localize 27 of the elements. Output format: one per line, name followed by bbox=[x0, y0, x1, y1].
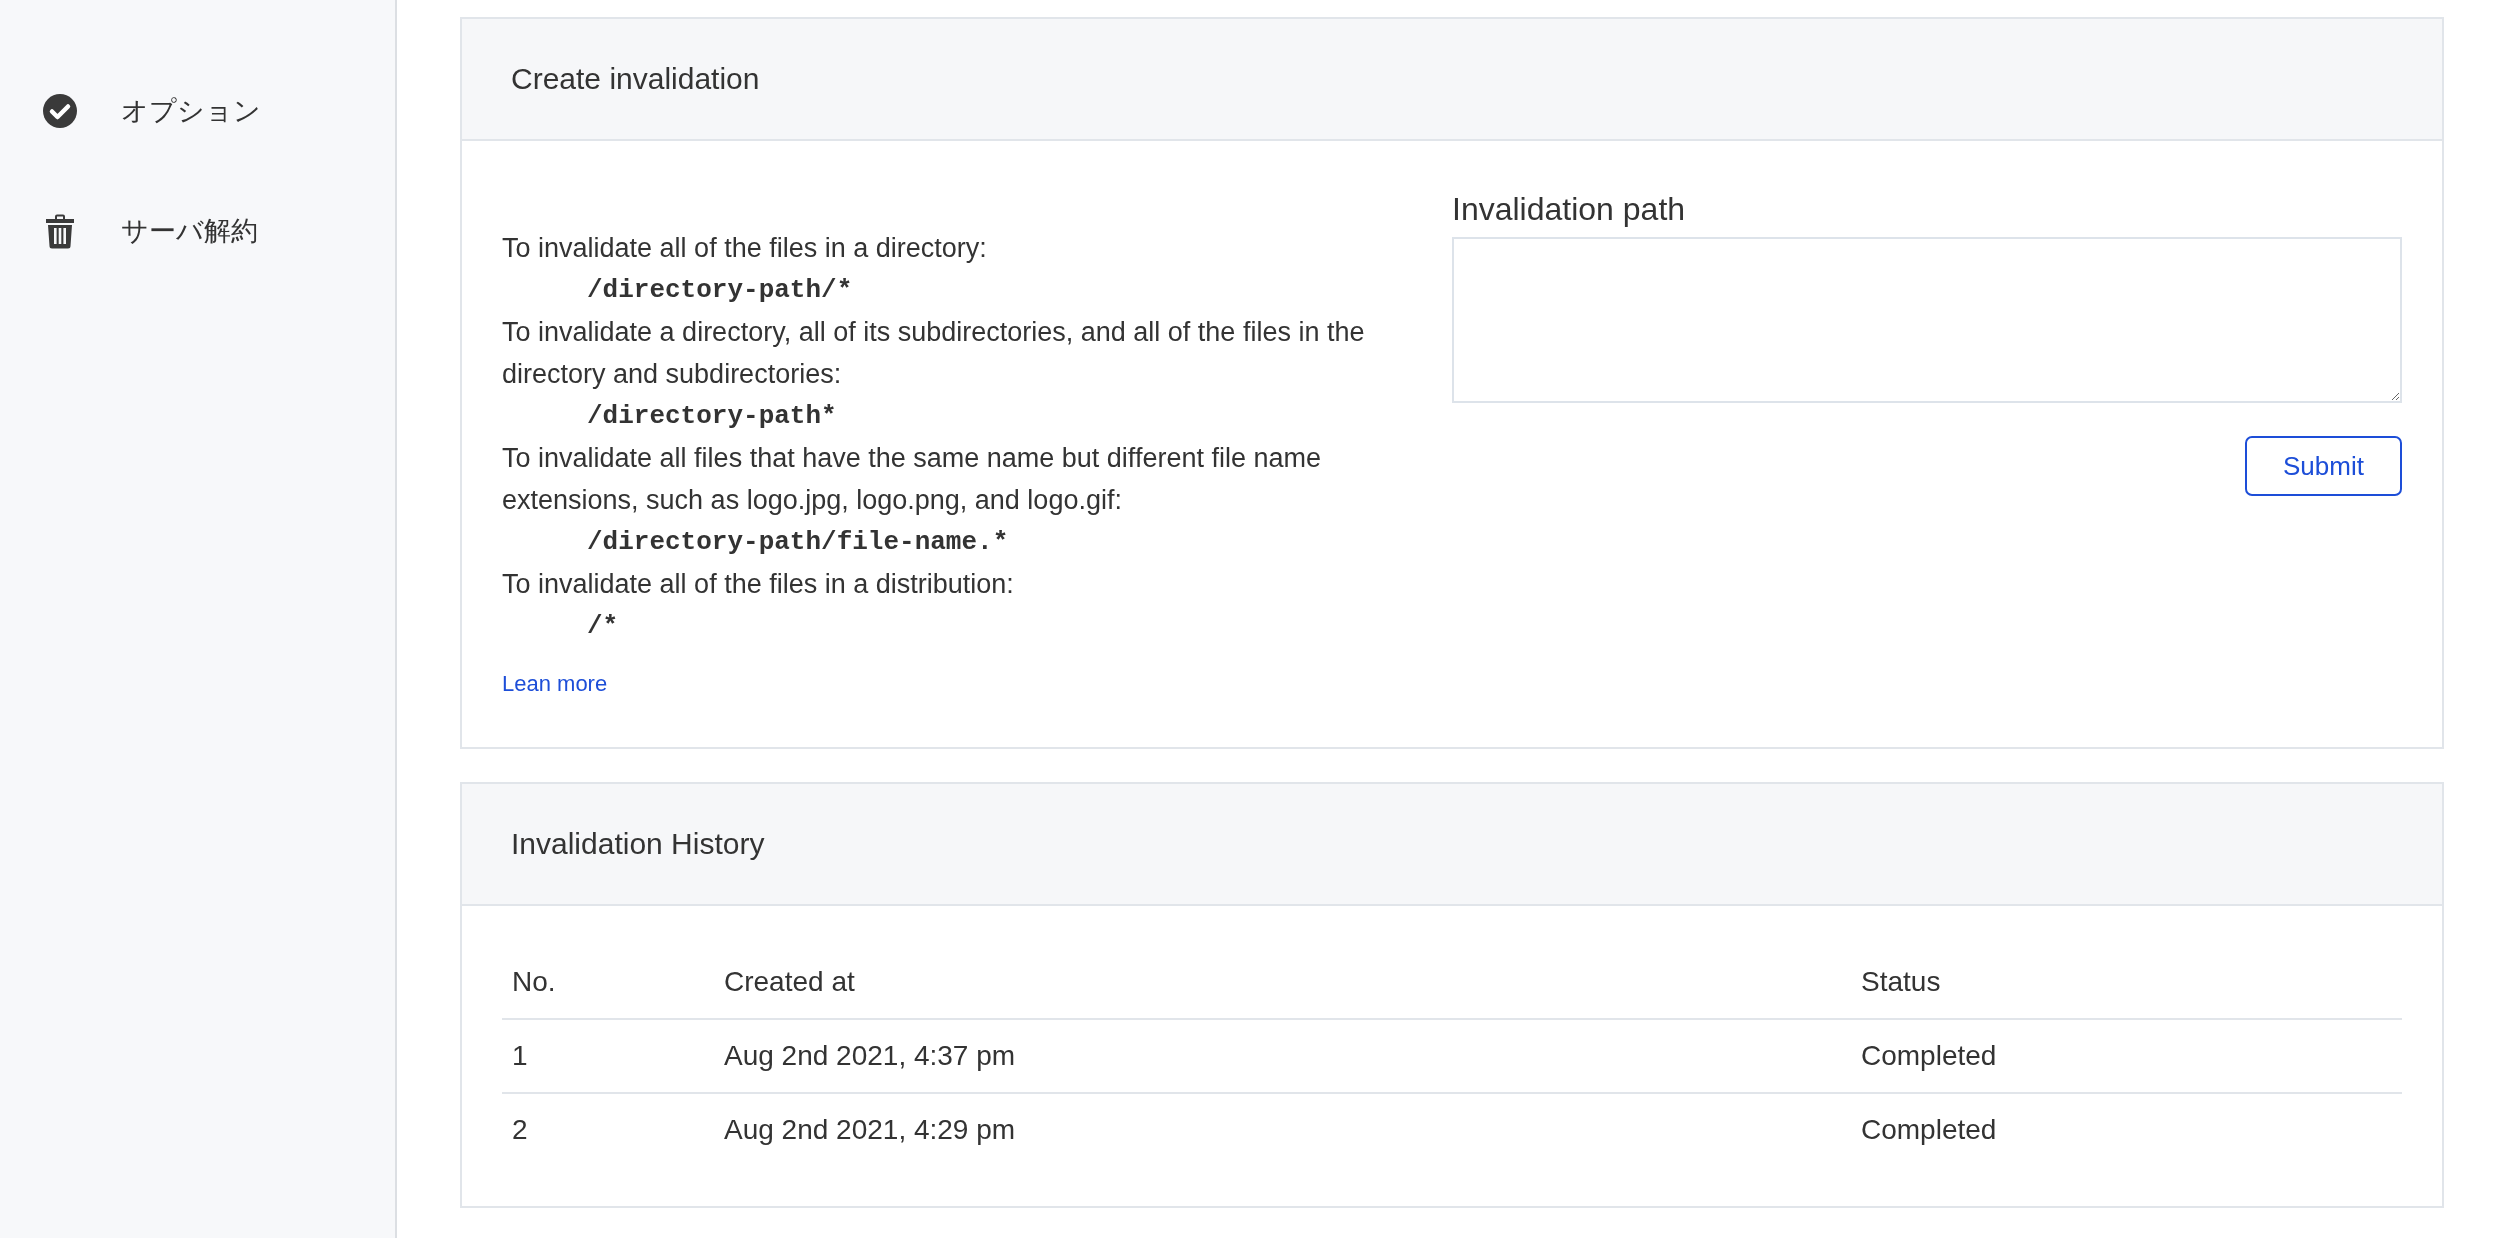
path-example: /directory-path/file-name.* bbox=[586, 526, 1010, 559]
card-title: Invalidation History bbox=[511, 827, 765, 861]
column-header: Status bbox=[1851, 946, 2402, 1019]
table-cell: 1 bbox=[502, 1019, 714, 1093]
column-header: Created at bbox=[714, 946, 1851, 1019]
instruction-text: To invalidate all files that have the same name but different file name extensions, such as logo.jpg, logo.png, and logo.gif: bbox=[502, 442, 1322, 517]
path-input-field[interactable] bbox=[1452, 237, 2402, 403]
instruction-text: To invalidate all of the files in a distribution: bbox=[502, 568, 1015, 601]
trash-icon bbox=[44, 213, 76, 249]
table-cell: Aug 2nd 2021, 4:29 pm bbox=[714, 1093, 1851, 1166]
table-cell: Aug 2nd 2021, 4:37 pm bbox=[714, 1019, 1851, 1093]
table-cell: Completed bbox=[1851, 1093, 2402, 1166]
column-header: No. bbox=[502, 946, 714, 1019]
instruction-text: To invalidate all of the files in a directory: bbox=[502, 232, 988, 265]
sidebar-item[interactable]: サーバ解約 bbox=[0, 203, 395, 259]
instruction-text: To invalidate a directory, all of its subdirectories, and all of the files in the directory and subdirectories: bbox=[502, 316, 1366, 391]
check-circle-icon bbox=[43, 94, 77, 128]
submit-button[interactable]: Submit bbox=[2245, 436, 2402, 496]
field-label: Invalidation path bbox=[1452, 190, 1687, 229]
path-example: /directory-path/* bbox=[586, 274, 854, 307]
learn-more-link[interactable]: Lean more bbox=[502, 669, 608, 699]
sidebar-item[interactable]: オプション bbox=[0, 83, 395, 139]
table-cell: 2 bbox=[502, 1093, 714, 1166]
card-title: Create invalidation bbox=[511, 62, 760, 96]
path-example: /* bbox=[586, 610, 620, 643]
table-cell: Completed bbox=[1851, 1019, 2402, 1093]
path-example: /directory-path* bbox=[586, 400, 838, 433]
